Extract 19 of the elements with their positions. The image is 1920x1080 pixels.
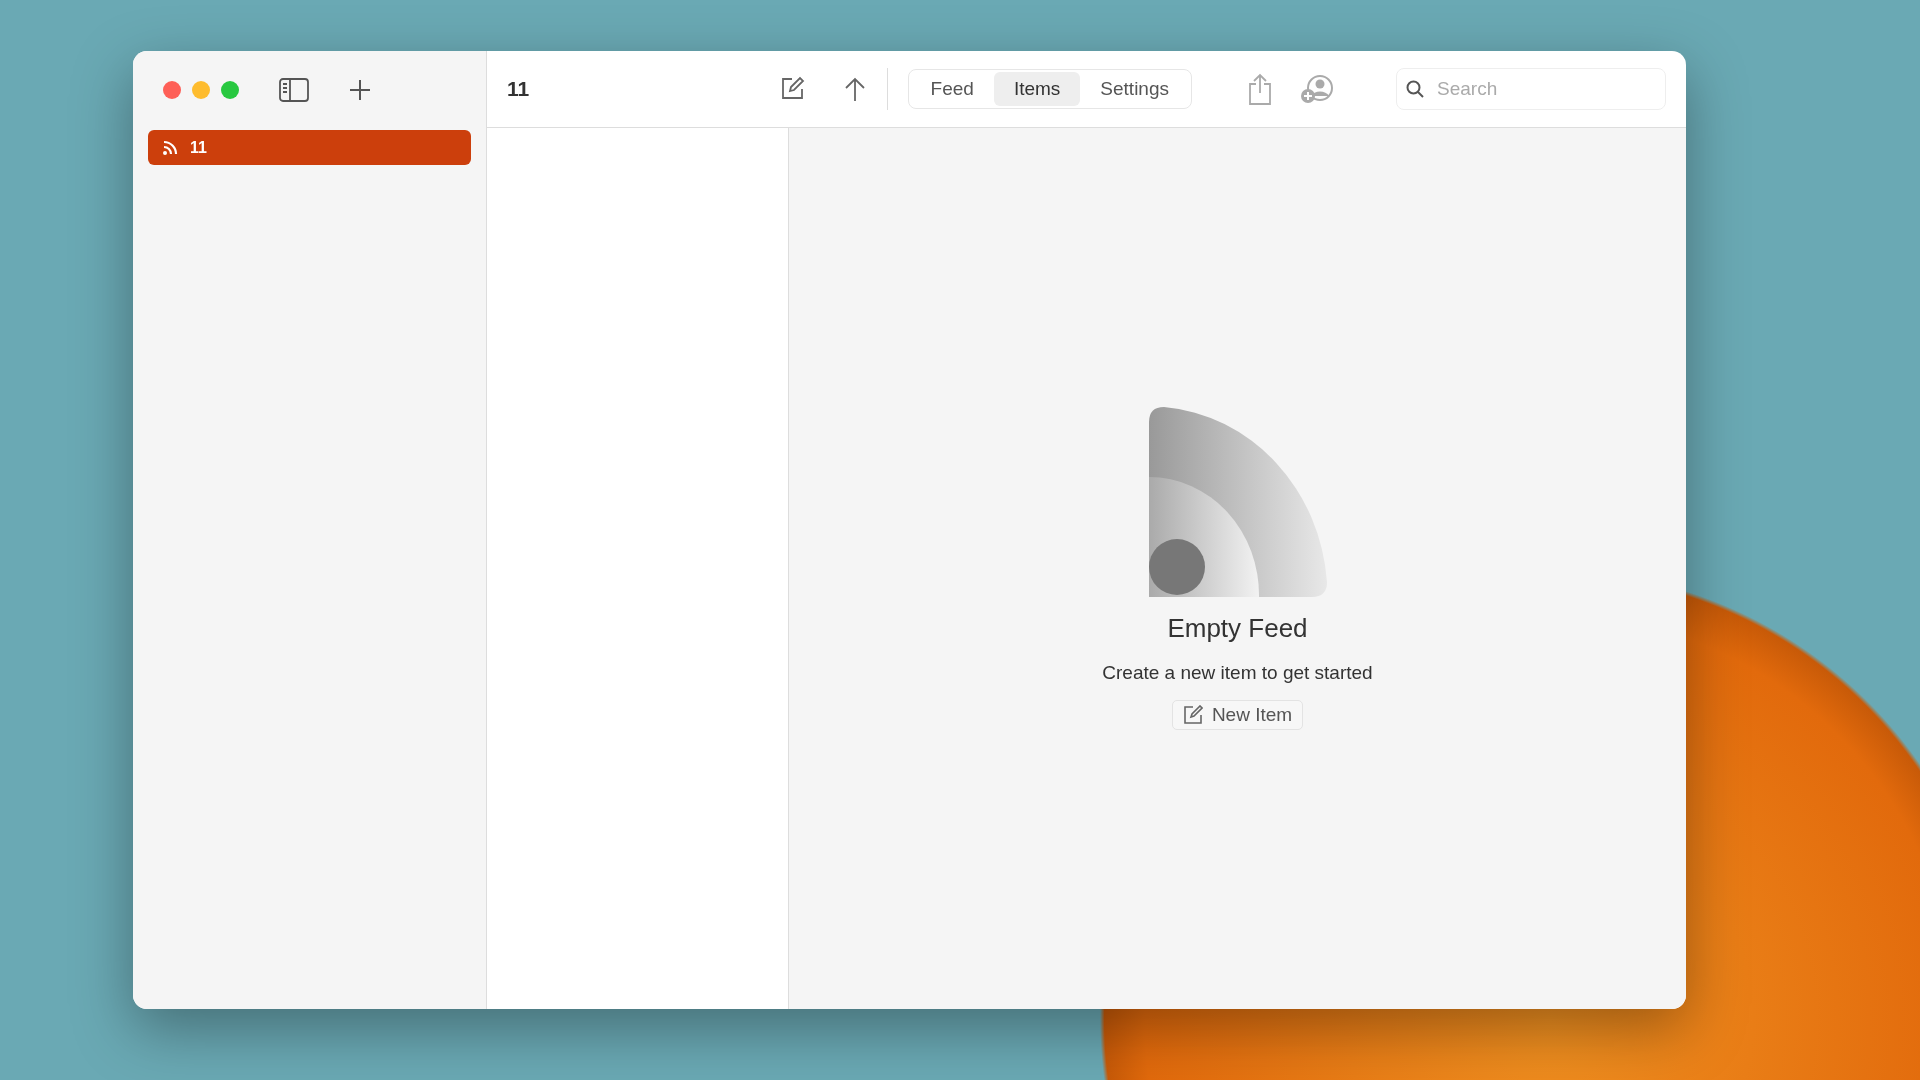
search-icon: [1406, 80, 1424, 98]
segment-tab[interactable]: Feed: [910, 72, 994, 106]
share-icon[interactable]: [1248, 73, 1272, 105]
add-person-icon[interactable]: [1300, 74, 1334, 104]
feed-title: 11: [507, 77, 530, 101]
compose-icon: [1182, 705, 1203, 725]
close-window-button[interactable]: [163, 80, 181, 99]
sidebar-toggle-icon[interactable]: [279, 77, 309, 102]
empty-state-title: Empty Feed: [1167, 613, 1308, 644]
new-item-button[interactable]: New Item: [1171, 700, 1304, 730]
empty-state-message: Create a new item to get started: [1102, 662, 1373, 684]
sidebar-item[interactable]: 11: [148, 130, 471, 165]
feed-icon: [162, 139, 178, 156]
segment-tab[interactable]: Items: [993, 72, 1081, 106]
minimize-window-button[interactable]: [192, 80, 210, 99]
zoom-window-button[interactable]: [221, 80, 239, 99]
search-field[interactable]: Search: [1396, 68, 1666, 110]
add-icon[interactable]: [349, 78, 371, 101]
segment-tab[interactable]: Settings: [1080, 72, 1189, 106]
